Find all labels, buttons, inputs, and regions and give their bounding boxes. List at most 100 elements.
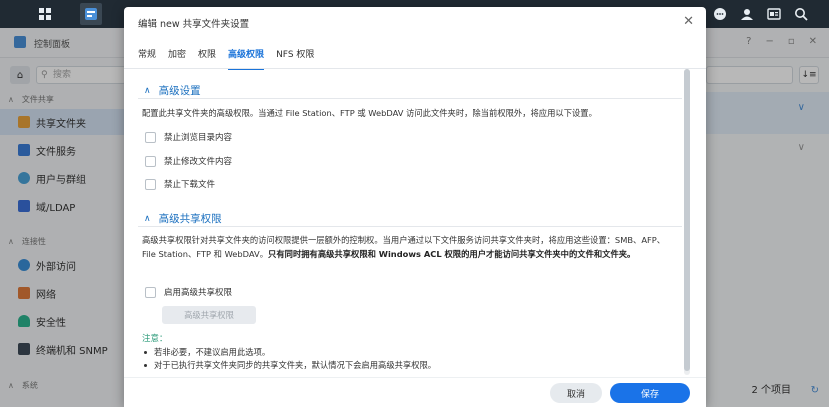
- edit-shared-folder-dialog: 编辑 new 共享文件夹设置 ✕ 常规 加密 权限 高级权限 NFS 权限 ∧ …: [124, 7, 706, 407]
- globe-icon: [18, 259, 30, 271]
- checkbox-label: 禁止浏览目录内容: [164, 133, 233, 143]
- note-text: 对于已执行共享文件夹同步的共享文件夹，默认情况下会启用高级共享权限。: [154, 360, 437, 370]
- chevron-up-icon: ∧: [8, 381, 14, 390]
- sort-icon[interactable]: ↓≡: [799, 66, 819, 84]
- advanced-share-permissions-header[interactable]: ∧ 高级共享权限: [144, 211, 222, 226]
- cancel-button[interactable]: 取消: [550, 383, 602, 403]
- description-bold-text: 只有同时拥有高级共享权限和 Windows ACL 权限的用户才能访问共享文件夹…: [268, 249, 636, 259]
- search-icon[interactable]: [790, 3, 812, 25]
- sidebar-item-file-services[interactable]: 文件服务: [0, 137, 124, 163]
- section-label: 系统: [21, 381, 38, 390]
- chevron-up-icon: ∧: [8, 237, 14, 246]
- checkbox-label: 启用高级共享权限: [164, 288, 233, 298]
- chat-icon[interactable]: [709, 3, 731, 25]
- control-panel-title: 控制面板: [34, 40, 71, 50]
- home-button[interactable]: ⌂: [10, 66, 30, 84]
- section-label: 连接性: [21, 237, 46, 246]
- sidebar-item-terminal-snmp[interactable]: 终端机和 SNMP: [0, 336, 124, 362]
- window-close-icon[interactable]: ✕: [809, 36, 817, 47]
- control-panel-icon[interactable]: [80, 3, 102, 25]
- note-item: 对于已执行共享文件夹同步的共享文件夹，默认情况下会启用高级共享权限。: [144, 359, 436, 371]
- dialog-footer: 取消 保存: [124, 377, 706, 407]
- sidebar-item-label: 外部访问: [36, 261, 76, 273]
- checkbox-enable-advanced-share-permissions[interactable]: 启用高级共享权限: [145, 286, 232, 298]
- minimize-icon[interactable]: −: [765, 36, 773, 47]
- section-divider: [138, 226, 682, 227]
- sidebar-search-input[interactable]: ⚲ 搜索: [36, 66, 126, 84]
- help-icon[interactable]: ?: [746, 36, 751, 47]
- section-file-sharing[interactable]: ∧ 文件共享: [8, 94, 54, 105]
- search-icon: ⚲: [41, 70, 48, 80]
- advanced-share-permissions-button[interactable]: 高级共享权限: [162, 306, 256, 324]
- note-text: 若非必要，不建议启用此选项。: [154, 347, 271, 357]
- note-title: 注意：: [142, 334, 168, 344]
- user-icon[interactable]: [736, 3, 758, 25]
- grid-icon[interactable]: [34, 3, 56, 25]
- section-divider: [138, 98, 682, 99]
- checkbox-deny-browse[interactable]: 禁止浏览目录内容: [145, 131, 232, 143]
- advanced-settings-description: 配置此共享文件夹的高级权限。当通过 File Station、FTP 或 Web…: [142, 108, 597, 118]
- terminal-icon: [18, 343, 30, 355]
- chevron-up-icon: ∧: [8, 95, 14, 104]
- domain-icon: [18, 200, 30, 212]
- section-label: 文件共享: [21, 95, 54, 104]
- sidebar-item-domain-ldap[interactable]: 域/LDAP: [0, 193, 124, 219]
- tab-permissions[interactable]: 权限: [198, 47, 216, 70]
- sidebar-item-security[interactable]: 安全性: [0, 308, 124, 334]
- tab-bar: 常规 加密 权限 高级权限 NFS 权限: [138, 47, 314, 70]
- checkbox-deny-download[interactable]: 禁止下载文件: [145, 178, 215, 190]
- tab-advanced-permissions[interactable]: 高级权限: [228, 47, 265, 70]
- sidebar-item-users-groups[interactable]: 用户与群组: [0, 165, 124, 191]
- tab-general[interactable]: 常规: [138, 47, 156, 70]
- save-button[interactable]: 保存: [610, 383, 690, 403]
- dialog-title: 编辑 new 共享文件夹设置: [138, 19, 250, 30]
- checkbox[interactable]: [145, 131, 156, 143]
- sidebar-item-network[interactable]: 网络: [0, 280, 124, 306]
- filter-input[interactable]: [706, 66, 793, 84]
- chevron-down-icon[interactable]: ∨: [798, 102, 805, 113]
- window-controls: ? − ▫ ✕: [746, 36, 817, 47]
- sidebar-item-external-access[interactable]: 外部访问: [0, 252, 124, 278]
- sidebar-item-label: 用户与群组: [36, 174, 86, 186]
- users-icon: [18, 172, 30, 184]
- scrollbar-thumb[interactable]: [684, 69, 690, 371]
- chevron-up-icon: ∧: [144, 85, 151, 96]
- checkbox-deny-modify[interactable]: 禁止修改文件内容: [145, 155, 232, 167]
- section-connectivity[interactable]: ∧ 连接性: [8, 236, 46, 247]
- section-heading: 高级设置: [158, 85, 201, 97]
- dialog-content: ∧ 高级设置 配置此共享文件夹的高级权限。当通过 File Station、FT…: [138, 69, 688, 379]
- sidebar-item-label: 安全性: [36, 317, 66, 329]
- advanced-settings-header[interactable]: ∧ 高级设置: [144, 83, 201, 98]
- chevron-down-icon[interactable]: ∨: [798, 142, 805, 153]
- scrollbar[interactable]: [684, 69, 690, 375]
- checkbox-label: 禁止下载文件: [164, 180, 216, 190]
- sidebar-item-label: 网络: [36, 289, 56, 301]
- folder-icon: [18, 116, 30, 128]
- sidebar-item-label: 共享文件夹: [36, 118, 86, 130]
- chevron-up-icon: ∧: [144, 213, 151, 224]
- bullet-icon: [144, 351, 147, 354]
- tab-nfs-permissions[interactable]: NFS 权限: [276, 47, 314, 70]
- maximize-icon[interactable]: ▫: [788, 36, 795, 47]
- shield-icon: [18, 315, 30, 327]
- sidebar-item-shared-folder[interactable]: 共享文件夹: [0, 109, 124, 135]
- item-count: 2 个项目: [751, 385, 791, 396]
- tab-encryption[interactable]: 加密: [168, 47, 186, 70]
- control-panel-logo-icon: [14, 36, 26, 48]
- section-heading: 高级共享权限: [158, 213, 222, 225]
- close-icon[interactable]: ✕: [683, 14, 694, 29]
- refresh-icon[interactable]: ↻: [811, 385, 819, 396]
- section-system[interactable]: ∧ 系统: [8, 380, 38, 391]
- checkbox[interactable]: [145, 178, 156, 190]
- widgets-icon[interactable]: [763, 3, 785, 25]
- checkbox-label: 禁止修改文件内容: [164, 157, 233, 167]
- sidebar-item-label: 文件服务: [36, 146, 76, 158]
- advanced-share-permissions-description: 高级共享权限针对共享文件夹的访问权限提供一层额外的控制权。当用户通过以下文件服务…: [142, 233, 678, 261]
- home-network-icon: [18, 287, 30, 299]
- sidebar-item-label: 域/LDAP: [36, 202, 76, 214]
- bullet-icon: [144, 364, 147, 367]
- checkbox[interactable]: [145, 286, 156, 298]
- sidebar-item-label: 终端机和 SNMP: [36, 345, 108, 357]
- checkbox[interactable]: [145, 155, 156, 167]
- table-row[interactable]: [706, 92, 829, 134]
